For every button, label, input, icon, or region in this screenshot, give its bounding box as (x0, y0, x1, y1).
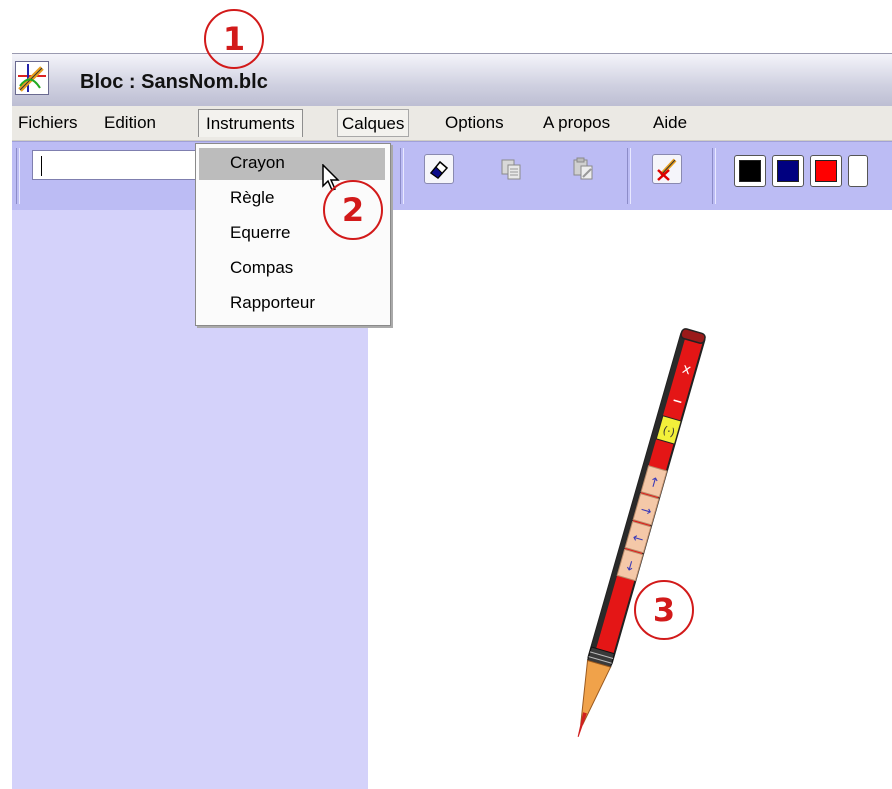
color-black-button[interactable] (734, 155, 766, 187)
color-swatch (739, 160, 761, 182)
menu-edition[interactable]: Edition (104, 106, 156, 140)
copy-layer-button[interactable] (496, 154, 526, 184)
pencil-tool[interactable]: x (·) ↑ → ← ↓ (540, 320, 720, 764)
paste-layer-button[interactable] (568, 154, 598, 184)
toolbar-separator (712, 148, 716, 204)
app-window: Bloc : SansNom.blc Fichiers Edition Inst… (12, 53, 892, 789)
menu-bar: Fichiers Edition Instruments Calques Opt… (12, 106, 892, 141)
menu-instruments[interactable]: Instruments (198, 109, 303, 137)
menu-item-compas[interactable]: Compas (230, 258, 293, 278)
text-input[interactable] (32, 150, 197, 180)
menu-a-propos[interactable]: A propos (543, 106, 610, 140)
callout-2: 2 (323, 180, 383, 240)
toolbar-separator (16, 148, 20, 204)
color-swatch (815, 160, 837, 182)
menu-item-rapporteur[interactable]: Rapporteur (230, 293, 315, 313)
color-next-button[interactable] (848, 155, 868, 187)
text-caret (41, 156, 42, 176)
menu-highlight (199, 148, 385, 180)
color-red-button[interactable] (810, 155, 842, 187)
paste-layer-icon (573, 157, 593, 180)
eraser-icon (429, 160, 449, 179)
menu-fichiers[interactable]: Fichiers (18, 106, 78, 140)
copy-layer-icon (501, 159, 521, 180)
menu-calques[interactable]: Calques (337, 109, 410, 137)
title-bar: Bloc : SansNom.blc (12, 53, 892, 107)
clear-drawing-icon (657, 158, 677, 181)
color-swatch (777, 160, 799, 182)
color-navy-button[interactable] (772, 155, 804, 187)
menu-item-equerre[interactable]: Equerre (230, 223, 290, 243)
toolbar-separator (400, 148, 404, 204)
toolbar-separator (627, 148, 631, 204)
menu-options[interactable]: Options (445, 106, 504, 140)
menu-aide[interactable]: Aide (653, 106, 687, 140)
app-icon (15, 61, 49, 95)
callout-1: 1 (204, 9, 264, 69)
clear-drawing-button[interactable] (652, 154, 682, 184)
menu-item-regle[interactable]: Règle (230, 188, 274, 208)
window-title: Bloc : SansNom.blc (80, 71, 268, 93)
menu-item-crayon[interactable]: Crayon (230, 153, 285, 173)
toolbar (12, 141, 892, 211)
callout-3: 3 (634, 580, 694, 640)
eraser-button[interactable] (424, 154, 454, 184)
pencil-tool-icon: x (·) ↑ → ← ↓ (577, 328, 706, 738)
